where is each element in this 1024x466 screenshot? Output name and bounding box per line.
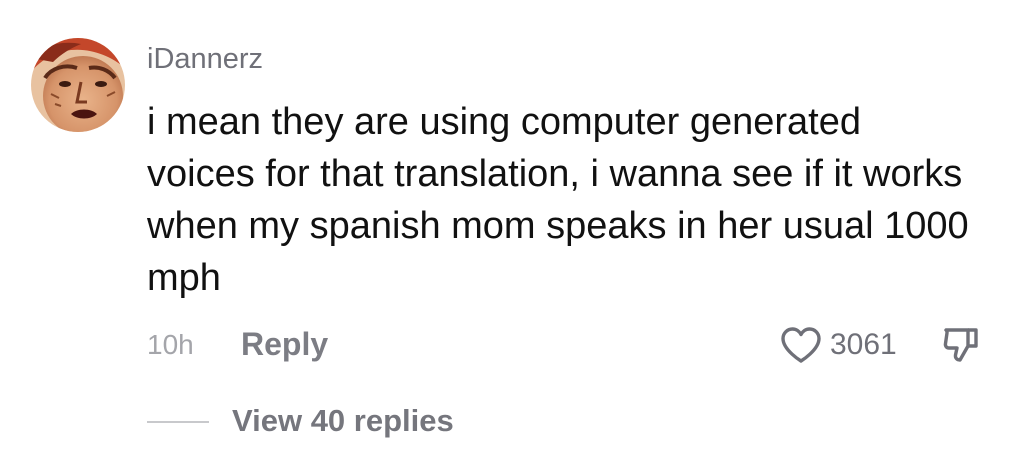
heart-outline-icon [781, 327, 821, 363]
replies-divider [147, 421, 209, 423]
user-avatar[interactable] [31, 38, 125, 132]
dislike-button[interactable] [940, 324, 982, 366]
like-count: 3061 [830, 328, 897, 361]
comment-text: i mean they are using computer generated… [147, 101, 969, 299]
avatar-illustration [31, 38, 125, 132]
comment-timestamp: 10h [147, 329, 194, 360]
comment-username[interactable]: iDannerz [147, 41, 263, 77]
thumbs-down-icon [943, 328, 978, 362]
reply-button[interactable]: Reply [241, 325, 328, 363]
comment-item: iDannerz i mean they are using computer … [0, 0, 1024, 466]
view-replies-button[interactable]: View 40 replies [232, 402, 454, 440]
like-button[interactable]: 3061 [780, 324, 897, 366]
